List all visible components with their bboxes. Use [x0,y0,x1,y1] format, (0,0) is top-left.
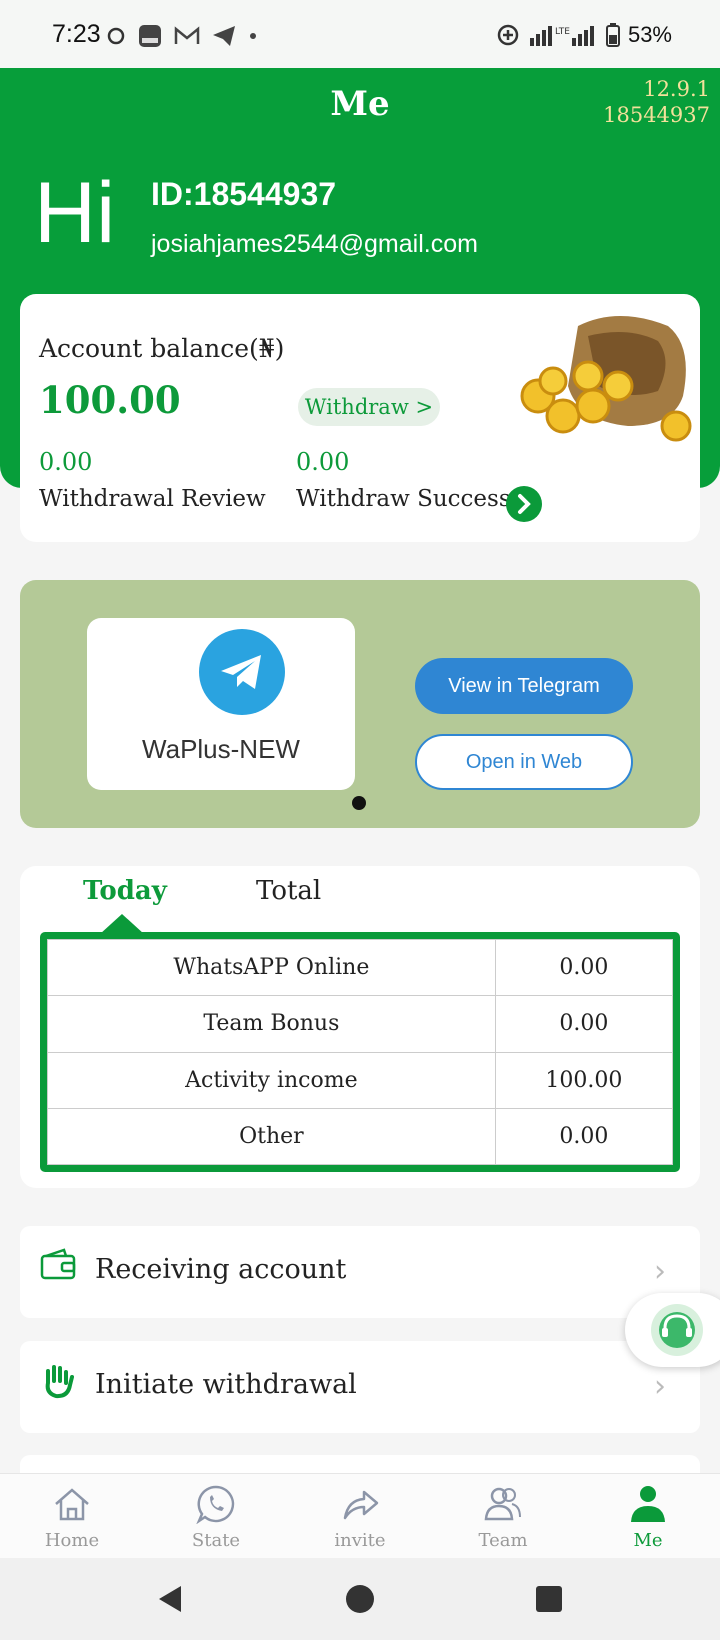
team-icon [484,1487,521,1521]
table-row: Other 0.00 [47,1107,674,1166]
hand-icon [45,1365,74,1399]
review-label: Withdrawal Review [39,486,266,512]
tab-today[interactable]: Today [83,876,167,906]
chevron-right-icon: › [654,1254,666,1289]
share-icon [343,1490,379,1520]
tab-state[interactable]: State [161,1484,271,1551]
user-email: josiahjames2544@gmail.com [151,230,478,258]
tab-me[interactable]: Me [593,1484,703,1551]
customer-support-button[interactable] [625,1293,720,1367]
bottom-tab-bar: Home State invite Team Me [0,1473,720,1558]
menu-initiate-withdrawal[interactable]: Initiate withdrawal › [20,1341,700,1433]
success-value: 0.00 [296,448,350,476]
tab-team[interactable]: Team [448,1484,558,1551]
channel-tile: WaPlus-NEW [87,618,355,790]
version-info: 12.9.1 18544937 [603,76,710,128]
coin-bag-icon [520,316,692,442]
back-icon[interactable] [155,1583,187,1615]
details-arrow-button[interactable] [506,486,542,522]
tab-label: Home [44,1530,100,1551]
chevron-right-icon [518,494,531,514]
system-nav-bar [0,1558,720,1640]
version-id: 18544937 [603,103,710,127]
success-label: Withdraw Success [296,486,511,512]
tab-label: Me [633,1530,663,1551]
signal-icon: LTE [529,26,594,46]
greeting: Hi [34,165,116,261]
version-number: 12.9.1 [643,77,710,101]
headset-icon [651,1304,703,1356]
open-in-web-button[interactable]: Open in Web [415,734,633,790]
tab-label: Team [478,1530,528,1551]
menu-receiving-account[interactable]: Receiving account › [20,1226,700,1318]
table-row: WhatsAPP Online 0.00 [47,938,674,997]
gmail-icon [174,26,200,44]
menu-label: Initiate withdrawal [95,1369,357,1400]
wallet-icon [40,1248,76,1280]
svg-text:LTE: LTE [555,27,570,37]
person-icon [631,1486,665,1522]
chevron-right-icon: › [654,1369,666,1404]
view-in-telegram-button[interactable]: View in Telegram [415,658,633,714]
withdraw-button[interactable]: Withdraw > [298,388,440,426]
battery-icon [605,23,620,47]
telegram-banner[interactable]: WaPlus-NEW View in Telegram Open in Web [20,580,700,828]
row-value: 100.00 [494,1051,674,1109]
battery-percent: 53% [627,22,672,47]
table-row: Team Bonus 0.00 [47,995,674,1053]
dot-icon [250,33,256,39]
home-icon [55,1488,89,1521]
status-time: 7:23 [52,20,101,48]
income-table: WhatsAPP Online 0.00 Team Bonus 0.00 Act… [40,932,680,1172]
carousel-indicator [352,796,366,810]
whatsapp-icon [196,1485,235,1525]
user-id: ID:18544937 [151,176,337,212]
channel-name: WaPlus-NEW [142,734,300,764]
row-label: Team Bonus [47,995,496,1053]
telegram-status-icon [213,26,235,46]
tab-label: State [191,1530,241,1551]
app-icon [139,25,161,47]
recents-icon[interactable] [534,1584,564,1614]
status-bar: 7:23 LTE 53% [0,0,720,68]
row-value: 0.00 [494,938,674,997]
balance-label: Account balance(₦) [39,334,285,363]
row-value: 0.00 [494,995,674,1053]
row-value: 0.00 [494,1107,674,1166]
menu-label: Receiving account [95,1254,347,1285]
tab-label: invite [334,1530,386,1551]
row-label: Other [47,1107,496,1166]
balance-amount: 100.00 [39,378,181,422]
data-saver-icon [497,24,519,46]
row-label: Activity income [47,1051,496,1109]
review-value: 0.00 [39,448,93,476]
notification-icons [106,24,258,48]
tab-home[interactable]: Home [17,1484,127,1551]
active-tab-indicator [100,914,144,934]
sync-icon [107,27,125,45]
balance-card: Account balance(₦) 100.00 Withdraw > 0.0… [20,294,700,542]
tab-invite[interactable]: invite [305,1484,415,1551]
table-row: Activity income 100.00 [47,1051,674,1109]
tab-total[interactable]: Total [256,876,321,906]
home-nav-icon[interactable] [344,1583,376,1615]
row-label: WhatsAPP Online [47,938,496,997]
income-stats-card: Today Total WhatsAPP Online 0.00 Team Bo… [20,866,700,1188]
status-right: LTE 53% [496,22,672,48]
telegram-icon [199,629,285,715]
